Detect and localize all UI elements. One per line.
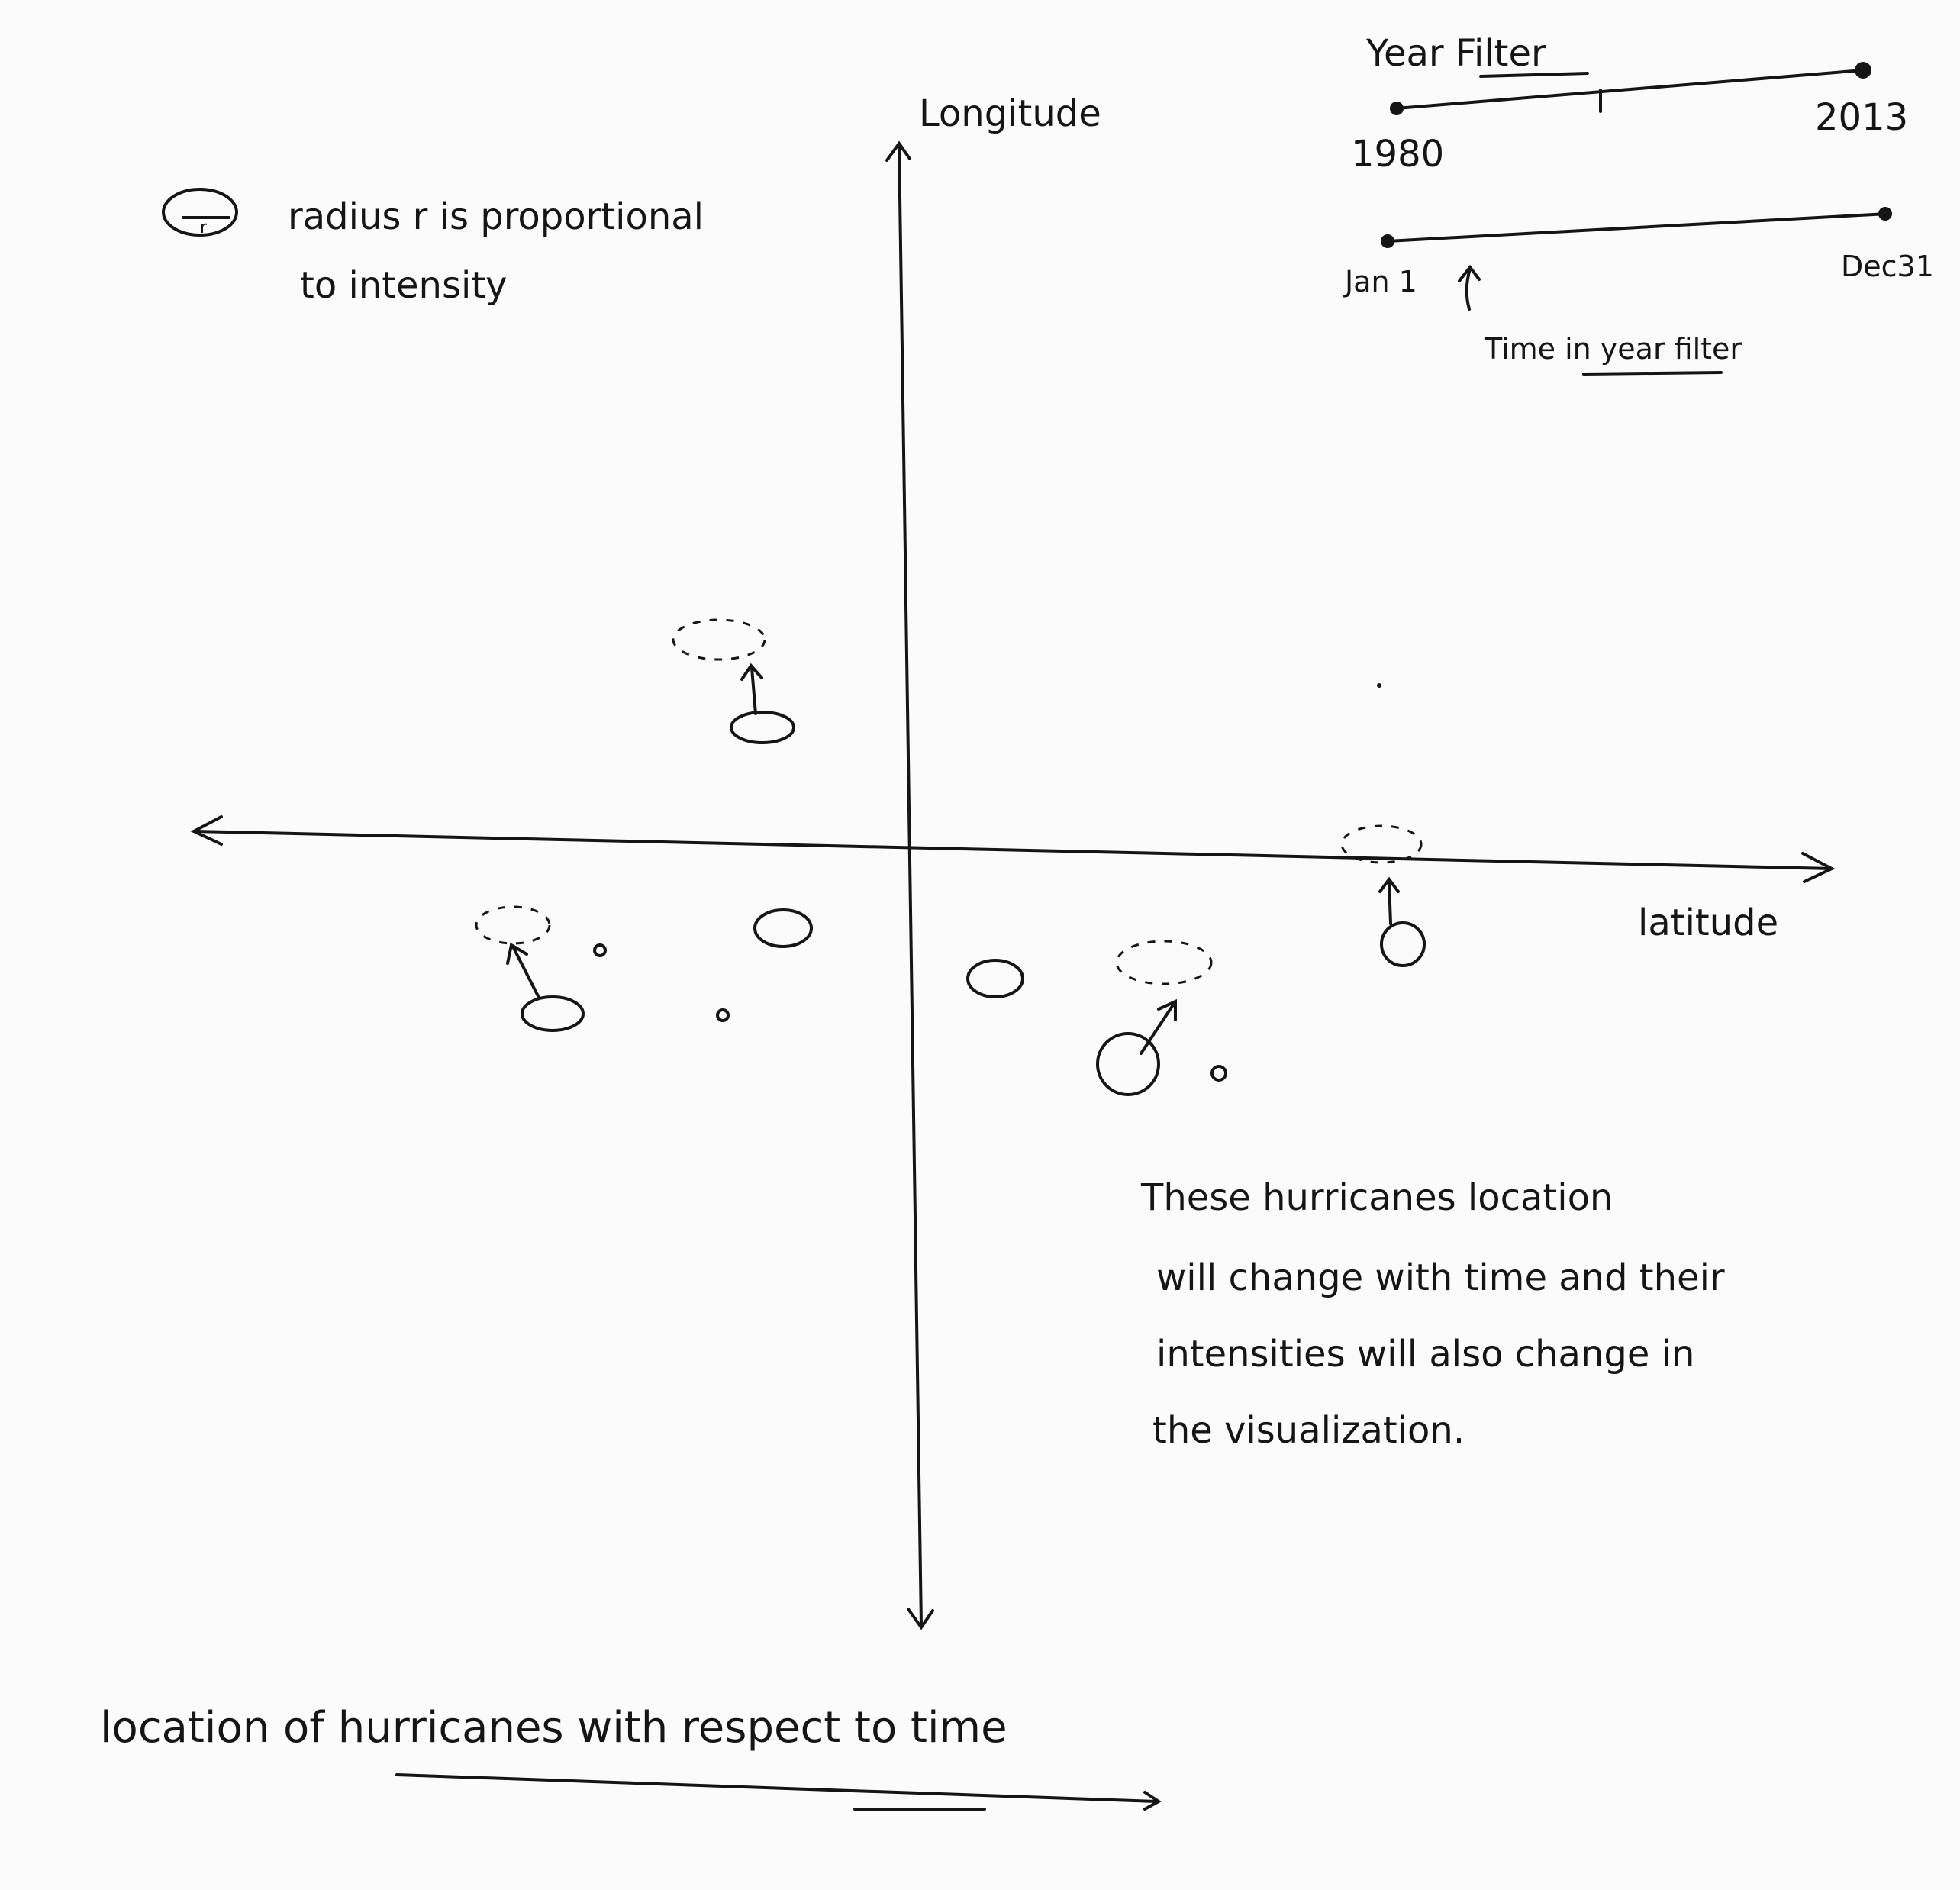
year-slider-track[interactable] bbox=[1395, 69, 1865, 110]
year-start-label: 1980 bbox=[1351, 133, 1444, 176]
caption: location of hurricanes with respect to t… bbox=[100, 1703, 1162, 1811]
time-filter-caption: Time in year filter bbox=[1484, 332, 1742, 366]
year-filter[interactable]: Year Filter 1980 2013 bbox=[1351, 32, 1908, 176]
latitude-axis bbox=[192, 830, 1833, 870]
time-start-label: Jan 1 bbox=[1343, 265, 1417, 298]
hurricane-marker bbox=[753, 908, 813, 948]
movement-arrow-icon bbox=[740, 663, 763, 715]
year-slider-start-handle[interactable] bbox=[1390, 102, 1404, 115]
hurricane-sketch: Year Filter 1980 2013 Jan 1 Dec31 Time i… bbox=[0, 0, 1960, 1890]
caption-underline bbox=[1582, 371, 1723, 376]
time-slider-track[interactable] bbox=[1386, 212, 1889, 243]
hurricane-marker bbox=[1210, 1065, 1227, 1082]
note: These hurricanes location will change wi… bbox=[1140, 1176, 1725, 1452]
time-slider-end-handle[interactable] bbox=[1878, 207, 1892, 221]
note-line: These hurricanes location bbox=[1140, 1176, 1613, 1219]
radius-symbol: r bbox=[200, 218, 208, 237]
note-line: intensities will also change in bbox=[1156, 1333, 1694, 1376]
legend: r radius r is proportional to intensity bbox=[162, 188, 704, 307]
time-filter[interactable]: Jan 1 Dec31 Time in year filter bbox=[1343, 207, 1934, 376]
time-slider-start-handle[interactable] bbox=[1381, 234, 1394, 248]
longitude-axis bbox=[898, 144, 923, 1627]
hurricane-marker bbox=[1096, 1032, 1160, 1096]
hurricane-future-position bbox=[672, 618, 766, 661]
movement-arrow-icon bbox=[1140, 998, 1177, 1055]
movement-arrow-icon bbox=[1378, 876, 1400, 925]
time-end-label: Dec31 bbox=[1841, 250, 1934, 283]
axes: Longitude latitude bbox=[190, 92, 1836, 1630]
note-line: the visualization. bbox=[1152, 1409, 1465, 1452]
hurricane-marker bbox=[716, 1008, 730, 1022]
hurricane-marker bbox=[521, 995, 585, 1032]
hurricane-future-position bbox=[475, 905, 551, 945]
hurricane-marker bbox=[1380, 921, 1426, 967]
hurricane-marker bbox=[593, 943, 607, 957]
arrow-up-icon bbox=[1458, 264, 1481, 311]
hurricane-marker bbox=[966, 959, 1024, 998]
legend-line-2: to intensity bbox=[300, 264, 508, 307]
longitude-label: Longitude bbox=[919, 92, 1101, 135]
movement-arrow-icon bbox=[506, 942, 540, 998]
year-slider-end-handle[interactable] bbox=[1855, 62, 1871, 79]
hurricane-future-position bbox=[1115, 940, 1213, 985]
year-end-label: 2013 bbox=[1815, 96, 1908, 139]
caption-underline bbox=[395, 1773, 1162, 1811]
note-line: will change with time and their bbox=[1156, 1256, 1725, 1299]
year-filter-title: Year Filter bbox=[1365, 32, 1546, 75]
latitude-label: latitude bbox=[1638, 901, 1778, 944]
legend-line-1: radius r is proportional bbox=[288, 195, 704, 238]
hurricane-marker bbox=[730, 711, 795, 744]
stray-dot bbox=[1377, 683, 1381, 688]
sketch-caption: location of hurricanes with respect to t… bbox=[100, 1703, 1007, 1753]
